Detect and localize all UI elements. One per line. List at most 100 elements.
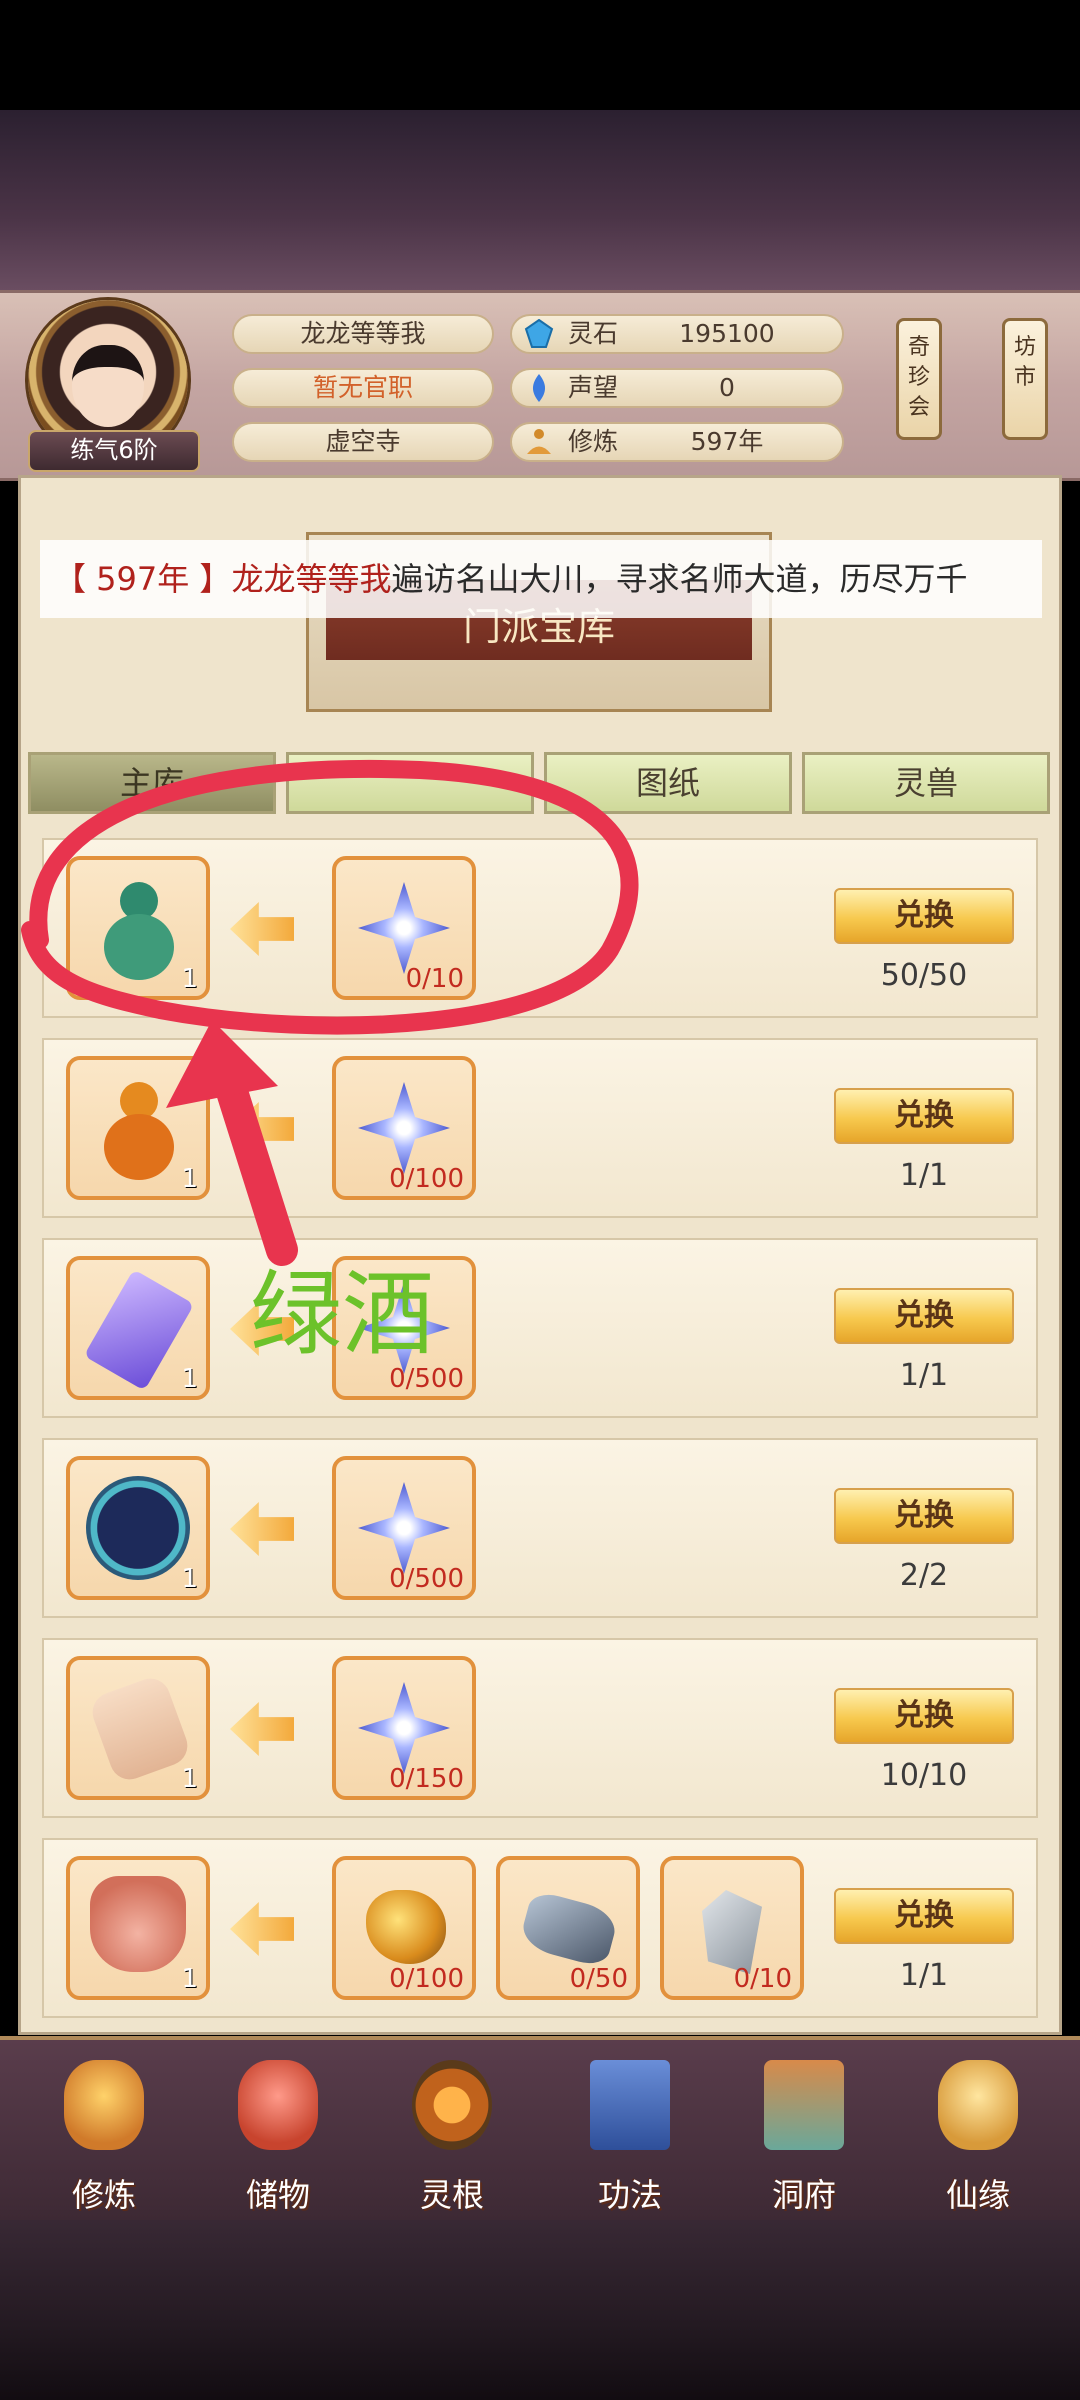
star-gem-icon: [358, 1682, 450, 1774]
nav-label: 功法: [597, 2176, 662, 2214]
exchange-row: 1 0/10 兑换 50/50: [42, 838, 1038, 1018]
exchange-row: 1 0/100 兑换 1/1: [42, 1038, 1038, 1218]
nav-cultivation[interactable]: 修炼: [34, 2060, 174, 2214]
resource-value: 597年: [690, 427, 764, 456]
resource-cultivation: 修炼 597年: [510, 422, 844, 462]
arrow-left-icon: [230, 1702, 294, 1756]
cost-count: 0/100: [389, 1164, 464, 1194]
cave-dwelling-icon: [764, 2060, 844, 2150]
exchange-button[interactable]: 兑换: [834, 1288, 1014, 1344]
nav-cave-dwelling[interactable]: 洞府: [734, 2060, 874, 2214]
resource-label: 修炼: [568, 427, 619, 456]
cost-count: 0/150: [389, 1764, 464, 1794]
resource-label: 声望: [568, 373, 619, 402]
reward-quantity: 1: [181, 1564, 198, 1594]
cost-slot[interactable]: 0/10: [660, 1856, 804, 2000]
nav-label: 仙缘: [945, 2176, 1010, 2214]
cost-count: 0/10: [733, 1964, 792, 1994]
nav-spirit-root[interactable]: 灵根: [382, 2060, 522, 2214]
green-gourd-icon: [94, 874, 184, 984]
reward-quantity: 1: [181, 1364, 198, 1394]
reward-slot[interactable]: 1: [66, 1856, 210, 2000]
nav-immortal-fate[interactable]: 仙缘: [908, 2060, 1048, 2214]
reward-slot[interactable]: 1: [66, 856, 210, 1000]
nav-technique[interactable]: 功法: [560, 2060, 700, 2214]
stock-remaining: 10/10: [880, 1758, 968, 1793]
cost-slot[interactable]: 0/100: [332, 1856, 476, 2000]
spirit-stone-icon: [524, 319, 554, 348]
tab-spirit-beasts[interactable]: 灵兽: [802, 752, 1050, 814]
reward-quantity: 1: [181, 964, 198, 994]
exchange-button[interactable]: 兑换: [834, 1888, 1014, 1944]
avatar-face: [72, 345, 144, 427]
cost-slot[interactable]: 0/10: [332, 856, 476, 1000]
cost-slot[interactable]: 0/500: [332, 1456, 476, 1600]
rare-treasure-fair-button[interactable]: 奇珍会: [896, 318, 942, 440]
meditation-icon: [527, 429, 551, 454]
exchange-button[interactable]: 兑换: [834, 1688, 1014, 1744]
nav-label: 修炼: [71, 2176, 136, 2214]
arrow-left-icon: [230, 1902, 294, 1956]
stock-remaining: 1/1: [899, 1958, 949, 1993]
tab-second[interactable]: [286, 752, 534, 814]
nav-label: 储物: [245, 2176, 310, 2214]
cost-count: 0/500: [389, 1564, 464, 1594]
gold-ore-icon: [366, 1890, 446, 1964]
technique-book-icon: [590, 2060, 670, 2150]
player-name: 龙龙等等我: [232, 314, 494, 354]
orange-gourd-icon: [94, 1074, 184, 1184]
star-gem-icon: [358, 1482, 450, 1574]
arrow-left-icon: [230, 902, 294, 956]
cost-slot[interactable]: 0/100: [332, 1056, 476, 1200]
annotation-label: 绿酒: [250, 1261, 435, 1368]
exchange-button[interactable]: 兑换: [834, 1088, 1014, 1144]
tab-main-vault[interactable]: 主库: [28, 752, 276, 814]
sect-name: 虚空寺: [232, 422, 494, 462]
exchange-row: 1 0/500 兑换 2/2: [42, 1438, 1038, 1618]
nav-label: 洞府: [771, 2176, 836, 2214]
reward-slot[interactable]: 1: [66, 1256, 210, 1400]
market-button[interactable]: 坊市: [1002, 318, 1048, 440]
cultivation-icon: [64, 2060, 144, 2150]
marquee-year: 【 597年 】: [54, 560, 232, 598]
nav-storage[interactable]: 储物: [208, 2060, 348, 2214]
header-background: [0, 110, 1080, 290]
status-area: [0, 0, 1080, 110]
star-gem-icon: [358, 1082, 450, 1174]
resource-label: 灵石: [568, 319, 619, 348]
star-gem-icon: [358, 882, 450, 974]
resource-prestige: 声望 0: [510, 368, 844, 408]
footer-background: [0, 2210, 1080, 2400]
nav-label: 灵根: [419, 2176, 484, 2214]
tab-blueprints[interactable]: 图纸: [544, 752, 792, 814]
cost-count: 0/10: [405, 964, 464, 994]
exchange-button[interactable]: 兑换: [834, 1488, 1014, 1544]
cost-slot[interactable]: 0/150: [332, 1656, 476, 1800]
marquee-text: 遍访名山大川，寻求名师大道，历尽万千: [391, 560, 968, 598]
star-disc-icon: [86, 1476, 190, 1580]
exchange-button[interactable]: 兑换: [834, 888, 1014, 944]
resource-value: 0: [719, 373, 735, 402]
cauldron-icon: [90, 1876, 186, 1972]
resource-spirit-stone: 灵石 195100: [510, 314, 844, 354]
exchange-row: 1 0/100 0/50 0/10 兑换 1/1: [42, 1838, 1038, 2018]
level-badge: 练气6阶: [28, 430, 200, 472]
marquee-name: 龙龙等等我: [231, 560, 392, 598]
reward-slot[interactable]: 1: [66, 1456, 210, 1600]
cost-count: 0/100: [389, 1964, 464, 1994]
stock-remaining: 50/50: [880, 958, 968, 993]
stock-remaining: 2/2: [899, 1558, 949, 1593]
exchange-row: 1 0/150 兑换 10/10: [42, 1638, 1038, 1818]
reward-slot[interactable]: 1: [66, 1056, 210, 1200]
immortal-fate-icon: [938, 2060, 1018, 2150]
reward-quantity: 1: [181, 1164, 198, 1194]
prestige-icon: [532, 374, 546, 402]
cost-slot[interactable]: 0/50: [496, 1856, 640, 2000]
announcement-marquee: 【 597年 】龙龙等等我遍访名山大川，寻求名师大道，历尽万千: [40, 540, 1042, 618]
reward-slot[interactable]: 1: [66, 1656, 210, 1800]
exchange-row: 1 0/500 兑换 1/1: [42, 1238, 1038, 1418]
storage-bag-icon: [238, 2060, 318, 2150]
stone-shard-icon: [702, 1890, 762, 1974]
cost-count: 0/50: [569, 1964, 628, 1994]
iron-ore-icon: [518, 1889, 620, 1969]
